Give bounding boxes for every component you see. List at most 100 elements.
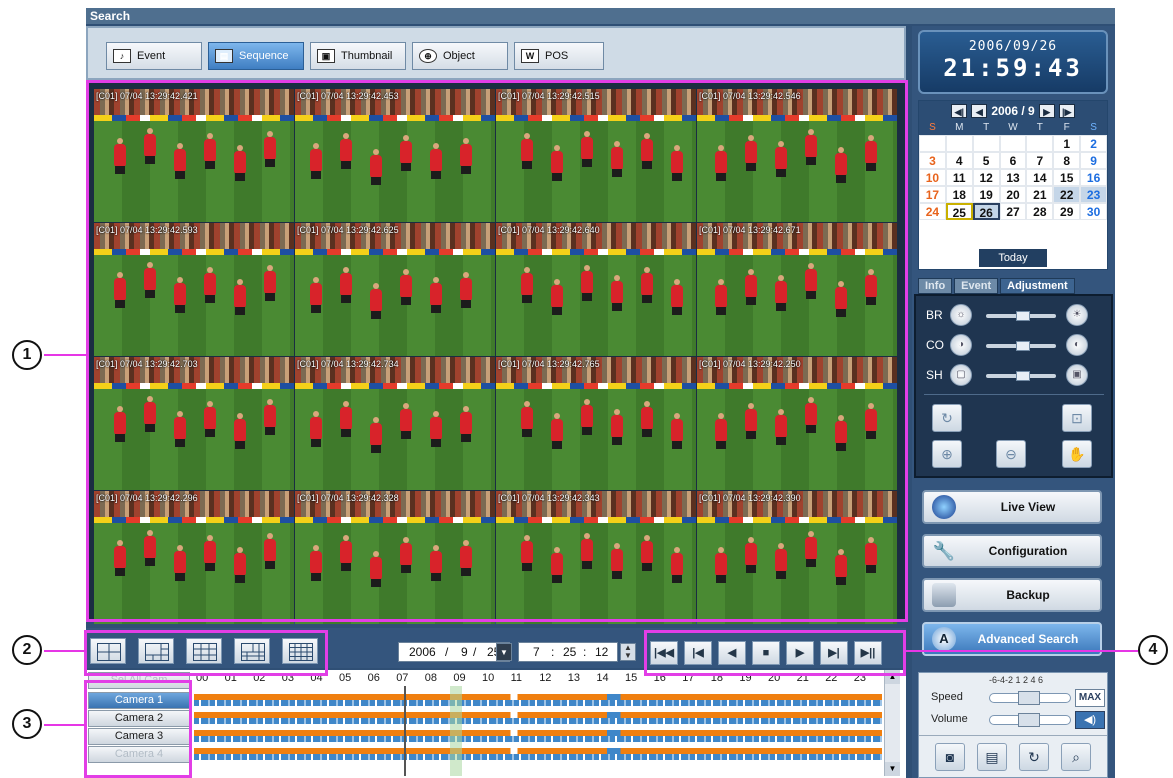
rotate-icon[interactable]: ↻ [932, 404, 962, 432]
timeline-hour-label: 05 [339, 672, 352, 684]
time-sep-1: : [551, 645, 555, 659]
calendar-day[interactable]: 2 [1080, 135, 1107, 152]
refresh-icon[interactable]: ↻ [1019, 743, 1049, 771]
calendar-weekday: F [1053, 121, 1081, 135]
brightness-slider-thumb[interactable] [1016, 311, 1030, 321]
sharpness-slider-thumb[interactable] [1016, 371, 1030, 381]
speaker-icon[interactable]: ◀) [1075, 711, 1105, 729]
speed-slider[interactable] [989, 691, 1071, 705]
calendar-day[interactable]: 22 [1053, 186, 1081, 203]
calendar-day[interactable]: 16 [1080, 169, 1107, 186]
calendar-day[interactable]: 30 [1080, 203, 1107, 220]
calendar-day[interactable]: 28 [1026, 203, 1054, 220]
calendar-day[interactable]: 9 [1080, 152, 1107, 169]
right-side-panel: 2006/09/26 21:59:43 ◀| ◀ 2006 / 9 ▶ |▶ S… [912, 26, 1115, 778]
calendar-day[interactable]: 26 [972, 203, 1000, 220]
configuration-button[interactable]: 🔧 Configuration [922, 534, 1102, 568]
zoom-out-icon[interactable]: ⊖ [996, 440, 1026, 468]
today-button[interactable]: Today [979, 249, 1047, 267]
callout-line-4 [906, 650, 1138, 652]
calendar-day[interactable]: 14 [1026, 169, 1054, 186]
fit-to-screen-icon[interactable]: ⊡ [1062, 404, 1092, 432]
backup-button[interactable]: Backup [922, 578, 1102, 612]
volume-slider-thumb[interactable] [1018, 713, 1040, 727]
sequence-mode-label: Sequence [239, 50, 289, 62]
backup-label: Backup [1006, 588, 1050, 602]
calendar-day[interactable]: 15 [1053, 169, 1081, 186]
contrast-slider-thumb[interactable] [1016, 341, 1030, 351]
timeline-scrollbar[interactable]: ▲ ▼ [884, 670, 900, 776]
calendar-day[interactable]: 20 [999, 186, 1027, 203]
clock-time: 21:59:43 [943, 54, 1083, 82]
timeline-track-bar[interactable] [194, 736, 882, 742]
calendar-day[interactable]: 6 [999, 152, 1027, 169]
print-icon[interactable]: ▤ [977, 743, 1007, 771]
pos-mode-button[interactable]: W POS [514, 42, 604, 70]
calendar-day [1026, 135, 1054, 152]
calendar-day[interactable]: 24 [919, 203, 946, 220]
contrast-slider[interactable] [986, 341, 1056, 351]
speed-volume-panel: -6-4-2 1 2 4 6 Speed MAX Volume ◀) ◙ ▤ ↻… [918, 672, 1108, 778]
calendar-day[interactable]: 21 [1026, 186, 1054, 203]
tab-info[interactable]: Info [918, 278, 953, 294]
sequence-mode-button[interactable]: ▤ Sequence [208, 42, 304, 70]
calendar-day[interactable]: 19 [972, 186, 1000, 203]
brightness-down-icon[interactable]: ☼ [950, 304, 972, 326]
calendar-day[interactable]: 3 [919, 152, 946, 169]
timeline-selection[interactable] [450, 686, 462, 776]
calendar-day[interactable]: 11 [945, 169, 973, 186]
contrast-down-icon[interactable]: ◑ [950, 334, 972, 356]
volume-slider[interactable] [989, 713, 1071, 727]
date-dropdown-button[interactable]: ▼ [496, 643, 512, 661]
calendar-day[interactable]: 10 [919, 169, 946, 186]
speed-slider-thumb[interactable] [1018, 691, 1040, 705]
callout-4: 4 [1138, 635, 1168, 665]
adjust-divider [924, 394, 1104, 395]
calendar-day[interactable]: 7 [1026, 152, 1054, 169]
pan-hand-icon[interactable]: ✋ [1062, 440, 1092, 468]
calendar-day[interactable]: 4 [945, 152, 973, 169]
timeline-track-bar[interactable] [194, 700, 882, 706]
sharpness-up-icon[interactable]: ▣ [1066, 364, 1088, 386]
max-speed-button[interactable]: MAX [1075, 689, 1105, 707]
time-spinner[interactable]: ▲ ▼ [620, 643, 636, 661]
tab-adjustment[interactable]: Adjustment [1000, 278, 1075, 294]
calendar-day[interactable]: 25 [945, 203, 973, 220]
timeline-track-bar[interactable] [194, 718, 882, 724]
sharpness-down-icon[interactable]: ▢ [950, 364, 972, 386]
calendar-day[interactable]: 17 [919, 186, 946, 203]
contrast-up-icon[interactable]: ◐ [1066, 334, 1088, 356]
tile-timestamp: [C01] 07/04 13:29:42.593 [96, 225, 198, 235]
brightness-up-icon[interactable]: ☀ [1066, 304, 1088, 326]
calendar-day[interactable]: 27 [999, 203, 1027, 220]
timeline-cursor[interactable] [404, 686, 406, 776]
tile-timestamp: [C01] 07/04 13:29:42.343 [498, 493, 600, 503]
calendar-day[interactable]: 13 [999, 169, 1027, 186]
calendar-day[interactable]: 23 [1080, 186, 1107, 203]
search-zoom-icon[interactable]: ⌕ [1061, 743, 1091, 771]
event-mode-button[interactable]: ♪ Event [106, 42, 202, 70]
search-date-field[interactable]: 2006 / 9 / 25 [398, 642, 510, 662]
prev-month-button[interactable]: ◀ [971, 104, 988, 118]
object-mode-button[interactable]: ⊕ Object [412, 42, 508, 70]
timeline-track-bar[interactable] [194, 754, 882, 760]
next-month-button[interactable]: ▶ [1038, 104, 1055, 118]
zoom-in-icon[interactable]: ⊕ [932, 440, 962, 468]
live-view-button[interactable]: Live View [922, 490, 1102, 524]
scroll-down-arrow[interactable]: ▼ [885, 762, 900, 776]
tab-event[interactable]: Event [954, 278, 999, 294]
calendar-day[interactable]: 12 [972, 169, 1000, 186]
calendar-day[interactable]: 1 [1053, 135, 1081, 152]
calendar-day[interactable]: 29 [1053, 203, 1081, 220]
calendar-day[interactable]: 18 [945, 186, 973, 203]
brightness-slider[interactable] [986, 311, 1056, 321]
calendar-day[interactable]: 8 [1053, 152, 1081, 169]
snapshot-icon[interactable]: ◙ [935, 743, 965, 771]
calendar-day[interactable]: 5 [972, 152, 1000, 169]
advanced-search-icon: A [932, 627, 956, 651]
search-time-field[interactable]: 7 : 25 : 12 [518, 642, 618, 662]
prev-year-button[interactable]: ◀| [951, 104, 968, 118]
sharpness-slider[interactable] [986, 371, 1056, 381]
next-year-button[interactable]: |▶ [1058, 104, 1075, 118]
thumbnail-mode-button[interactable]: ▣ Thumbnail [310, 42, 406, 70]
